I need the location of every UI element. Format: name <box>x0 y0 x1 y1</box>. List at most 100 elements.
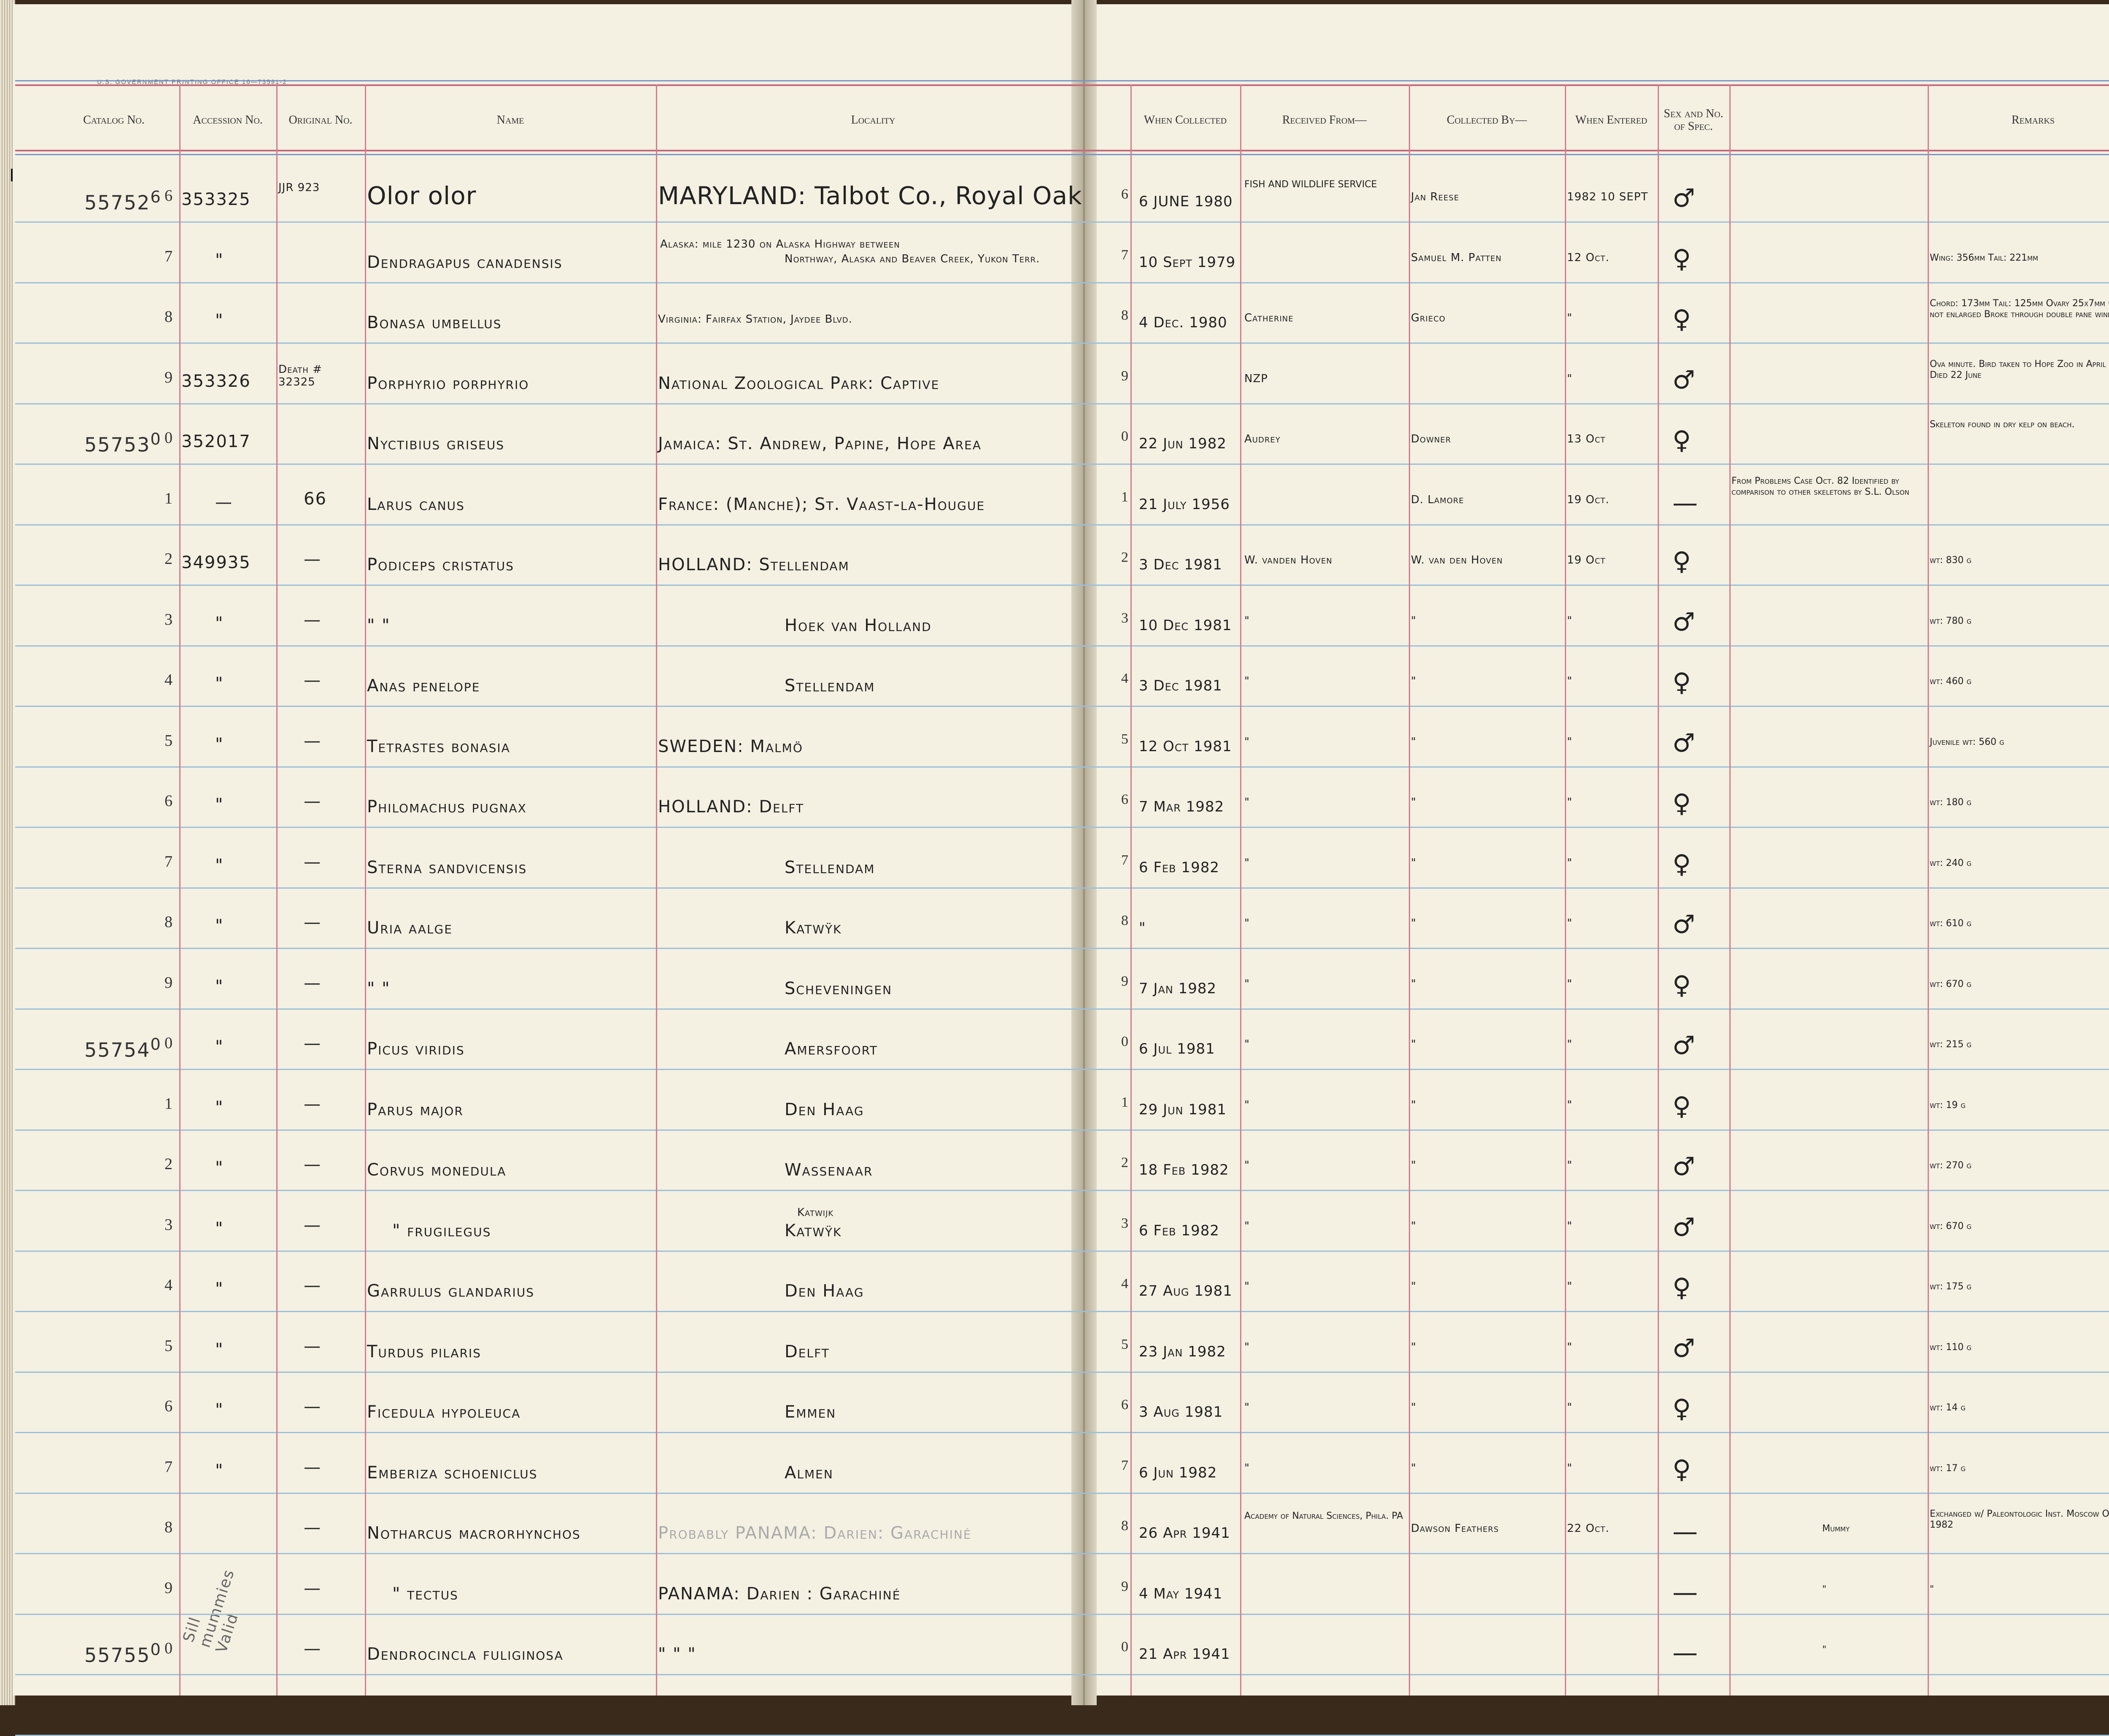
female-symbol: ♀ <box>1672 789 1691 818</box>
male-symbol: ♂ <box>1672 910 1695 939</box>
collected-by: " <box>1411 1098 1416 1111</box>
date-collected: 3 Aug 1981 <box>1139 1404 1223 1421</box>
locality: National Zoological Park: Captive <box>658 373 940 393</box>
row-digit-right: 1 <box>1121 489 1128 505</box>
locality: Scheveningen <box>785 979 893 998</box>
species-name: Parus major <box>367 1100 464 1119</box>
received-from: " <box>1244 1461 1250 1475</box>
accession-number: " <box>215 1400 224 1420</box>
ruled-line <box>15 1190 2109 1191</box>
date-entered: 19 Oct. <box>1567 493 1610 506</box>
remarks: wt: 240 g <box>1930 857 1972 868</box>
female-symbol: ♀ <box>1672 305 1691 334</box>
row-digit-right: 3 <box>1121 1215 1128 1231</box>
ruled-line <box>15 1311 2109 1312</box>
locality-note: Katwijk <box>797 1206 834 1219</box>
row-digit-right: 8 <box>1121 1518 1128 1534</box>
ruled-line <box>15 766 2109 768</box>
date-collected: 6 JUNE 1980 <box>1139 193 1233 210</box>
row-digit-left: 6 <box>165 792 173 810</box>
locality: Jamaica: St. Andrew, Papine, Hope Area <box>658 434 982 453</box>
date-entered: " <box>1567 1461 1572 1475</box>
row-digit-left: 0 <box>165 1034 173 1052</box>
female-symbol: ♀ <box>1672 1273 1691 1302</box>
received-from: " <box>1244 796 1250 809</box>
row-digit-right: 3 <box>1121 610 1128 626</box>
accession-number: " <box>215 613 224 633</box>
extra-note: " <box>1822 1644 1827 1655</box>
row-digit-right: 0 <box>1121 1639 1128 1655</box>
column-rule <box>1240 84 1241 1696</box>
accession-number: " <box>215 674 224 693</box>
row-digit-left: 2 <box>165 550 173 568</box>
species-name: Tetrastes bonasia <box>367 736 510 756</box>
species-name: Dendragapus canadensis <box>367 252 563 272</box>
species-name: Corvus monedula <box>367 1160 507 1180</box>
header-received-from: Received From— <box>1282 113 1367 127</box>
row-digit-right: 6 <box>1121 186 1128 202</box>
extra-note: Mummy <box>1822 1523 1850 1534</box>
male-symbol: ♂ <box>1672 365 1695 395</box>
ruled-line <box>15 403 2109 404</box>
accession-number: — <box>215 492 233 512</box>
locality: France: (Manche); St. Vaast-la-Hougue <box>658 494 985 514</box>
remarks: Wing: 356mm Tail: 221mm <box>1930 252 2039 263</box>
species-name: Picus viridis <box>367 1039 465 1059</box>
ruling-header-red <box>15 150 2109 151</box>
male-symbol: ♂ <box>1672 1031 1695 1060</box>
remarks: wt: 180 g <box>1930 797 1972 808</box>
dash-mark: — <box>1672 488 1698 518</box>
ruled-line <box>15 948 2109 949</box>
row-digit-right: 9 <box>1121 1578 1128 1594</box>
species-name: " frugilegus <box>392 1221 491 1240</box>
date-collected: 21 July 1956 <box>1139 496 1230 513</box>
date-entered: " <box>1567 1340 1572 1353</box>
row-digit-right: 8 <box>1121 307 1128 323</box>
column-rule <box>179 84 181 1696</box>
header-name: Name <box>496 113 524 127</box>
received-from: " <box>1244 1038 1250 1051</box>
accession-number: " <box>215 734 224 754</box>
received-from: " <box>1244 675 1250 687</box>
column-rule <box>1565 84 1566 1696</box>
row-digit-left: 8 <box>165 308 173 326</box>
species-name: Garrulus glandarius <box>367 1281 534 1301</box>
remarks: Skeleton found in dry kelp on beach. <box>1930 419 2075 430</box>
locality: " " " <box>658 1644 696 1664</box>
header-remarks: Remarks <box>2011 113 2055 127</box>
date-entered: " <box>1567 675 1572 687</box>
remarks: wt: 830 g <box>1930 555 1972 566</box>
accession-number: " <box>215 311 224 330</box>
date-entered: " <box>1567 1038 1572 1051</box>
remarks: Chord: 173mm Tail: 125mm Ovary 25x7mm Ov… <box>1930 298 2109 320</box>
book-gutter <box>1071 0 1097 1705</box>
row-digit-right: 7 <box>1121 1457 1128 1473</box>
date-entered: " <box>1567 1401 1572 1414</box>
species-name: Nyctibius griseus <box>367 434 504 453</box>
row-digit-right: 2 <box>1121 1155 1128 1170</box>
species-name: Bonasa umbellus <box>367 313 502 332</box>
header-when-entered: When Entered <box>1575 113 1648 127</box>
received-from: " <box>1244 1098 1250 1111</box>
catalog-number: 557550 <box>84 1640 162 1667</box>
ruling-top-blue <box>15 80 2109 81</box>
date-entered: " <box>1567 372 1572 385</box>
column-rule <box>1658 84 1659 1696</box>
locality: Den Haag <box>785 1281 864 1301</box>
date-entered: " <box>1567 1159 1572 1172</box>
male-symbol: ♂ <box>1672 728 1695 758</box>
locality: HOLLAND: Delft <box>658 797 804 817</box>
column-rule <box>656 84 657 1696</box>
accession-number: " <box>215 1279 224 1299</box>
species-name: Dendrocincla fuliginosa <box>367 1644 564 1664</box>
original-number: — <box>304 1578 321 1598</box>
accession-number: " <box>215 250 224 270</box>
received-from: " <box>1244 614 1250 627</box>
locality: SWEDEN: Malmö <box>658 736 803 756</box>
date-entered: 22 Oct. <box>1567 1522 1610 1535</box>
date-collected: " <box>1139 919 1146 936</box>
received-from: Audrey <box>1244 433 1281 445</box>
row-digit-right: 6 <box>1121 792 1128 807</box>
collected-by: " <box>1411 1280 1416 1293</box>
locality: PANAMA: Darien : Garachiné <box>658 1584 901 1604</box>
